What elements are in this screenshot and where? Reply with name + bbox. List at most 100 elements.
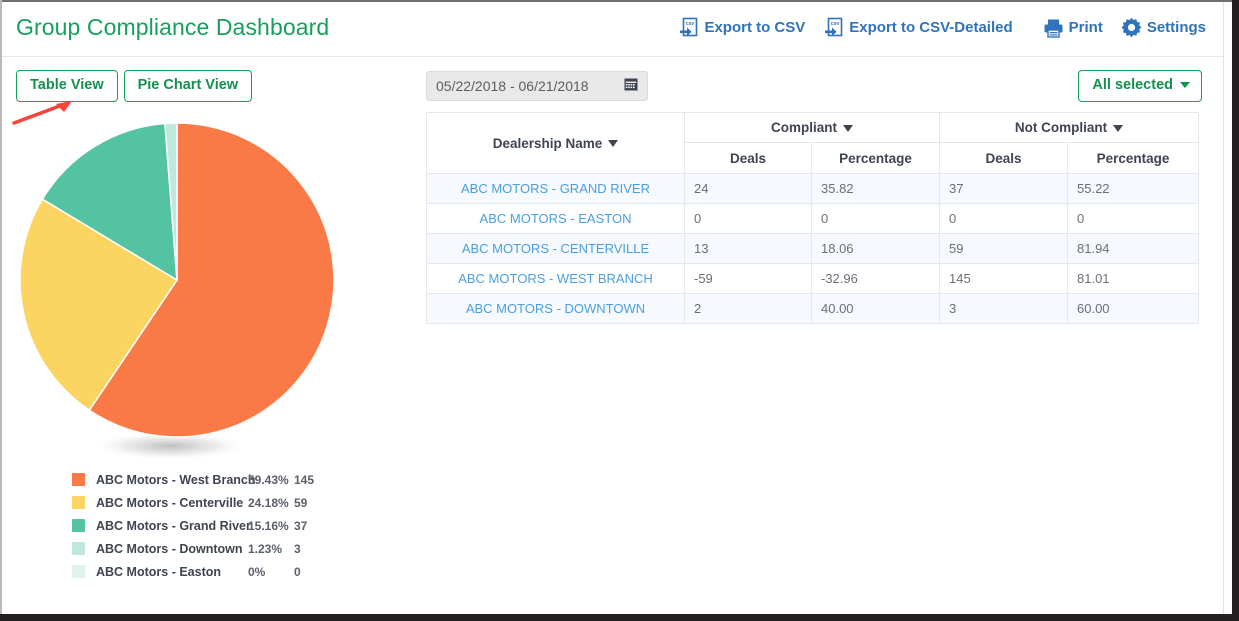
legend-item-value: 145: [294, 472, 315, 487]
dealership-filter-dropdown[interactable]: All selected: [1078, 70, 1202, 102]
table-body: ABC MOTORS - GRAND RIVER 24 35.82 37 55.22 AB…: [426, 173, 1199, 324]
table-group-header-row: Dealership Name Compliant Not Compliant: [426, 112, 1199, 174]
page-content: Group Compliance Dashboard csv Export to…: [2, 2, 1224, 614]
cell-compliant-deals: 24: [684, 173, 812, 204]
table-row: ABC MOTORS - DOWNTOWN 2 40.00 3 60.00: [426, 293, 1199, 324]
export-to-csv-detailed-button[interactable]: csv Export to CSV-Detailed: [823, 17, 1013, 38]
cell-not-compliant-deals: 3: [939, 293, 1068, 324]
table-view-button[interactable]: Table View: [16, 70, 118, 102]
column-header-dealership-name[interactable]: Dealership Name: [426, 112, 685, 174]
cell-not-compliant-percentage: 55.22: [1067, 173, 1199, 204]
printer-icon: [1043, 18, 1064, 38]
app-window: Group Compliance Dashboard csv Export to…: [0, 0, 1239, 621]
cell-compliant-deals: 0: [684, 203, 812, 234]
cell-not-compliant-deals: 37: [939, 173, 1068, 204]
header-actions: csv Export to CSV csv Export to CSV-Deta…: [678, 17, 1206, 38]
column-header-compliant-deals[interactable]: Deals: [684, 142, 812, 174]
legend-item-percentage: 24.18%: [248, 495, 289, 510]
dealership-link[interactable]: ABC MOTORS - CENTERVILLE: [462, 241, 649, 256]
legend-color-swatch: [72, 496, 85, 509]
legend-item-percentage: 0%: [248, 564, 266, 579]
date-range-value: 05/22/2018 - 06/21/2018: [436, 78, 589, 94]
settings-button[interactable]: Settings: [1121, 17, 1206, 38]
print-button[interactable]: Print: [1043, 18, 1103, 38]
pie-chart[interactable]: [10, 112, 340, 462]
cell-not-compliant-deals: 145: [939, 263, 1068, 294]
view-switch-group: Table View Pie Chart View: [16, 70, 253, 102]
caret-down-icon: [1180, 82, 1190, 89]
pie-slices: [19, 122, 335, 438]
window-frame-top: [0, 0, 1239, 2]
pie-chart-panel: ABC Motors - West Branch 59.43% 145 ABC Mot…: [2, 112, 412, 583]
window-frame-right: [1232, 0, 1239, 621]
settings-label: Settings: [1146, 19, 1206, 36]
cell-compliant-percentage: 0: [811, 203, 940, 234]
dealership-link[interactable]: ABC MOTORS - EASTON: [480, 211, 632, 226]
export-to-csv-label: Export to CSV: [704, 19, 806, 36]
cell-dealership-name: ABC MOTORS - GRAND RIVER: [426, 173, 685, 204]
legend-color-swatch: [72, 519, 85, 532]
date-range-input[interactable]: 05/22/2018 - 06/21/2018: [426, 71, 648, 101]
legend-item-label: ABC Motors - West Branch: [96, 472, 256, 487]
legend-item-value: 37: [294, 518, 308, 533]
column-header-not-compliant[interactable]: Not Compliant: [939, 112, 1199, 143]
window-frame-bottom: [0, 614, 1239, 621]
dealership-link[interactable]: ABC MOTORS - WEST BRANCH: [458, 271, 653, 286]
column-header-not-compliant-percentage[interactable]: Percentage: [1067, 142, 1199, 174]
column-header-compliant-percentage[interactable]: Percentage: [811, 142, 940, 174]
column-header-not-compliant-label: Not Compliant: [1014, 120, 1108, 135]
legend-item-value: 0: [294, 564, 301, 579]
cell-compliant-deals: 2: [684, 293, 812, 324]
dealership-link[interactable]: ABC MOTORS - DOWNTOWN: [466, 301, 645, 316]
column-header-dealership-name-label: Dealership Name: [492, 135, 603, 151]
table-row: ABC MOTORS - CENTERVILLE 13 18.06 59 81.94: [426, 233, 1199, 264]
toolbar: Table View Pie Chart View 05/22/2018 - 0…: [2, 57, 1224, 109]
legend-color-swatch: [72, 542, 85, 555]
svg-text:csv: csv: [831, 21, 840, 27]
sort-caret-icon: [843, 124, 853, 132]
export-to-csv-detailed-label: Export to CSV-Detailed: [849, 19, 1013, 36]
cell-dealership-name: ABC MOTORS - DOWNTOWN: [426, 293, 685, 324]
compliance-table-panel: Dealership Name Compliant Not Compliant …: [426, 112, 1199, 324]
legend-item-label: ABC Motors - Easton: [96, 564, 221, 579]
compliance-table: Dealership Name Compliant Not Compliant …: [426, 112, 1199, 324]
column-header-compliant-label: Compliant: [771, 120, 837, 135]
cell-dealership-name: ABC MOTORS - EASTON: [426, 203, 685, 234]
cell-not-compliant-percentage: 81.94: [1067, 233, 1199, 264]
sort-caret-icon: [608, 140, 619, 148]
legend-color-swatch: [72, 473, 85, 486]
legend-item[interactable]: ABC Motors - Centerville 24.18% 59: [72, 491, 412, 514]
legend-item-percentage: 1.23%: [248, 541, 283, 556]
legend-item-percentage: 59.43%: [248, 472, 289, 487]
column-header-compliant[interactable]: Compliant: [684, 112, 940, 143]
cell-dealership-name: ABC MOTORS - WEST BRANCH: [426, 263, 685, 294]
legend-item[interactable]: ABC Motors - Grand River 15.16% 37: [72, 514, 412, 537]
legend-color-swatch: [72, 565, 85, 578]
csv-export-icon: csv: [678, 17, 699, 38]
cell-compliant-percentage: -32.96: [811, 263, 940, 294]
page-title: Group Compliance Dashboard: [16, 14, 330, 40]
cell-not-compliant-percentage: 0: [1067, 203, 1199, 234]
legend-item[interactable]: ABC Motors - Downtown 1.23% 3: [72, 537, 412, 560]
legend-item[interactable]: ABC Motors - Easton 0% 0: [72, 560, 412, 583]
dealership-link[interactable]: ABC MOTORS - GRAND RIVER: [461, 181, 650, 196]
print-label: Print: [1068, 19, 1103, 36]
dealership-filter-label: All selected: [1092, 77, 1173, 93]
cell-compliant-percentage: 35.82: [811, 173, 940, 204]
cell-compliant-deals: -59: [684, 263, 812, 294]
vertical-scrollbar[interactable]: [1223, 2, 1232, 614]
cell-dealership-name: ABC MOTORS - CENTERVILLE: [426, 233, 685, 264]
column-header-not-compliant-deals[interactable]: Deals: [939, 142, 1068, 174]
table-row: ABC MOTORS - GRAND RIVER 24 35.82 37 55.22: [426, 173, 1199, 204]
table-row: ABC MOTORS - WEST BRANCH -59 -32.96 145 81.0…: [426, 263, 1199, 294]
table-row: ABC MOTORS - EASTON 0 0 0 0: [426, 203, 1199, 234]
legend-item-label: ABC Motors - Grand River: [96, 518, 251, 533]
gear-icon: [1121, 17, 1142, 38]
table-head: Dealership Name Compliant Not Compliant …: [426, 112, 1199, 174]
legend-item-label: ABC Motors - Downtown: [96, 541, 243, 556]
pie-chart-view-button[interactable]: Pie Chart View: [123, 70, 253, 102]
legend-item-value: 59: [294, 495, 308, 510]
page-header: Group Compliance Dashboard csv Export to…: [2, 2, 1224, 57]
export-to-csv-button[interactable]: csv Export to CSV: [678, 17, 805, 38]
cell-compliant-deals: 13: [684, 233, 812, 264]
